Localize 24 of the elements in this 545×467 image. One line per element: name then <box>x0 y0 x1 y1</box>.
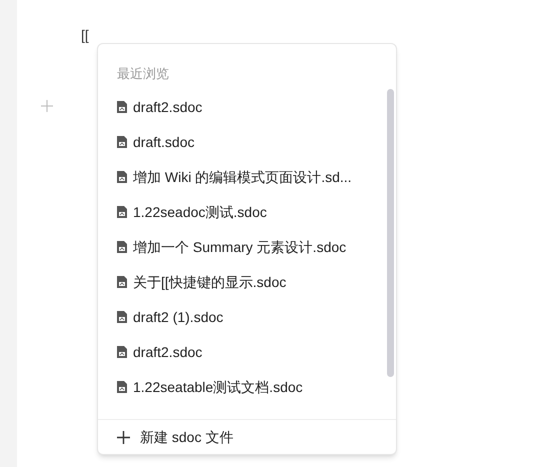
document-icon <box>117 241 127 253</box>
scrollbar[interactable] <box>387 89 394 377</box>
document-item[interactable]: 1.22seadoc测试.sdoc <box>98 194 396 230</box>
document-item[interactable]: 增加一个 Summary 元素设计.sdoc <box>98 230 396 264</box>
add-block-icon <box>41 100 53 112</box>
new-document-button[interactable]: 新建 sdoc 文件 <box>98 419 396 454</box>
document-item[interactable]: draft2.sdoc <box>98 90 396 124</box>
document-item[interactable]: draft2.sdoc <box>98 334 396 370</box>
document-icon <box>117 136 127 148</box>
document-icon <box>117 276 127 288</box>
document-icon <box>117 346 127 358</box>
editor-text: [[ <box>81 26 89 45</box>
document-item[interactable]: 1.22seatable测试文档.sdoc <box>98 370 396 404</box>
document-icon <box>117 171 127 183</box>
document-icon <box>117 311 127 323</box>
document-icon <box>117 101 127 113</box>
document-item[interactable]: draft.sdoc <box>98 124 396 160</box>
document-item[interactable]: draft2 (1).sdoc <box>98 300 396 334</box>
document-icon <box>117 381 127 393</box>
document-item[interactable]: 关于[[快捷键的显示.sdoc <box>98 264 396 300</box>
document-item[interactable]: 增加 Wiki 的编辑模式页面设计.sd... <box>98 160 396 194</box>
document-icon <box>117 206 127 218</box>
plus-icon <box>117 430 130 444</box>
section-title: 最近浏览 <box>116 65 170 83</box>
